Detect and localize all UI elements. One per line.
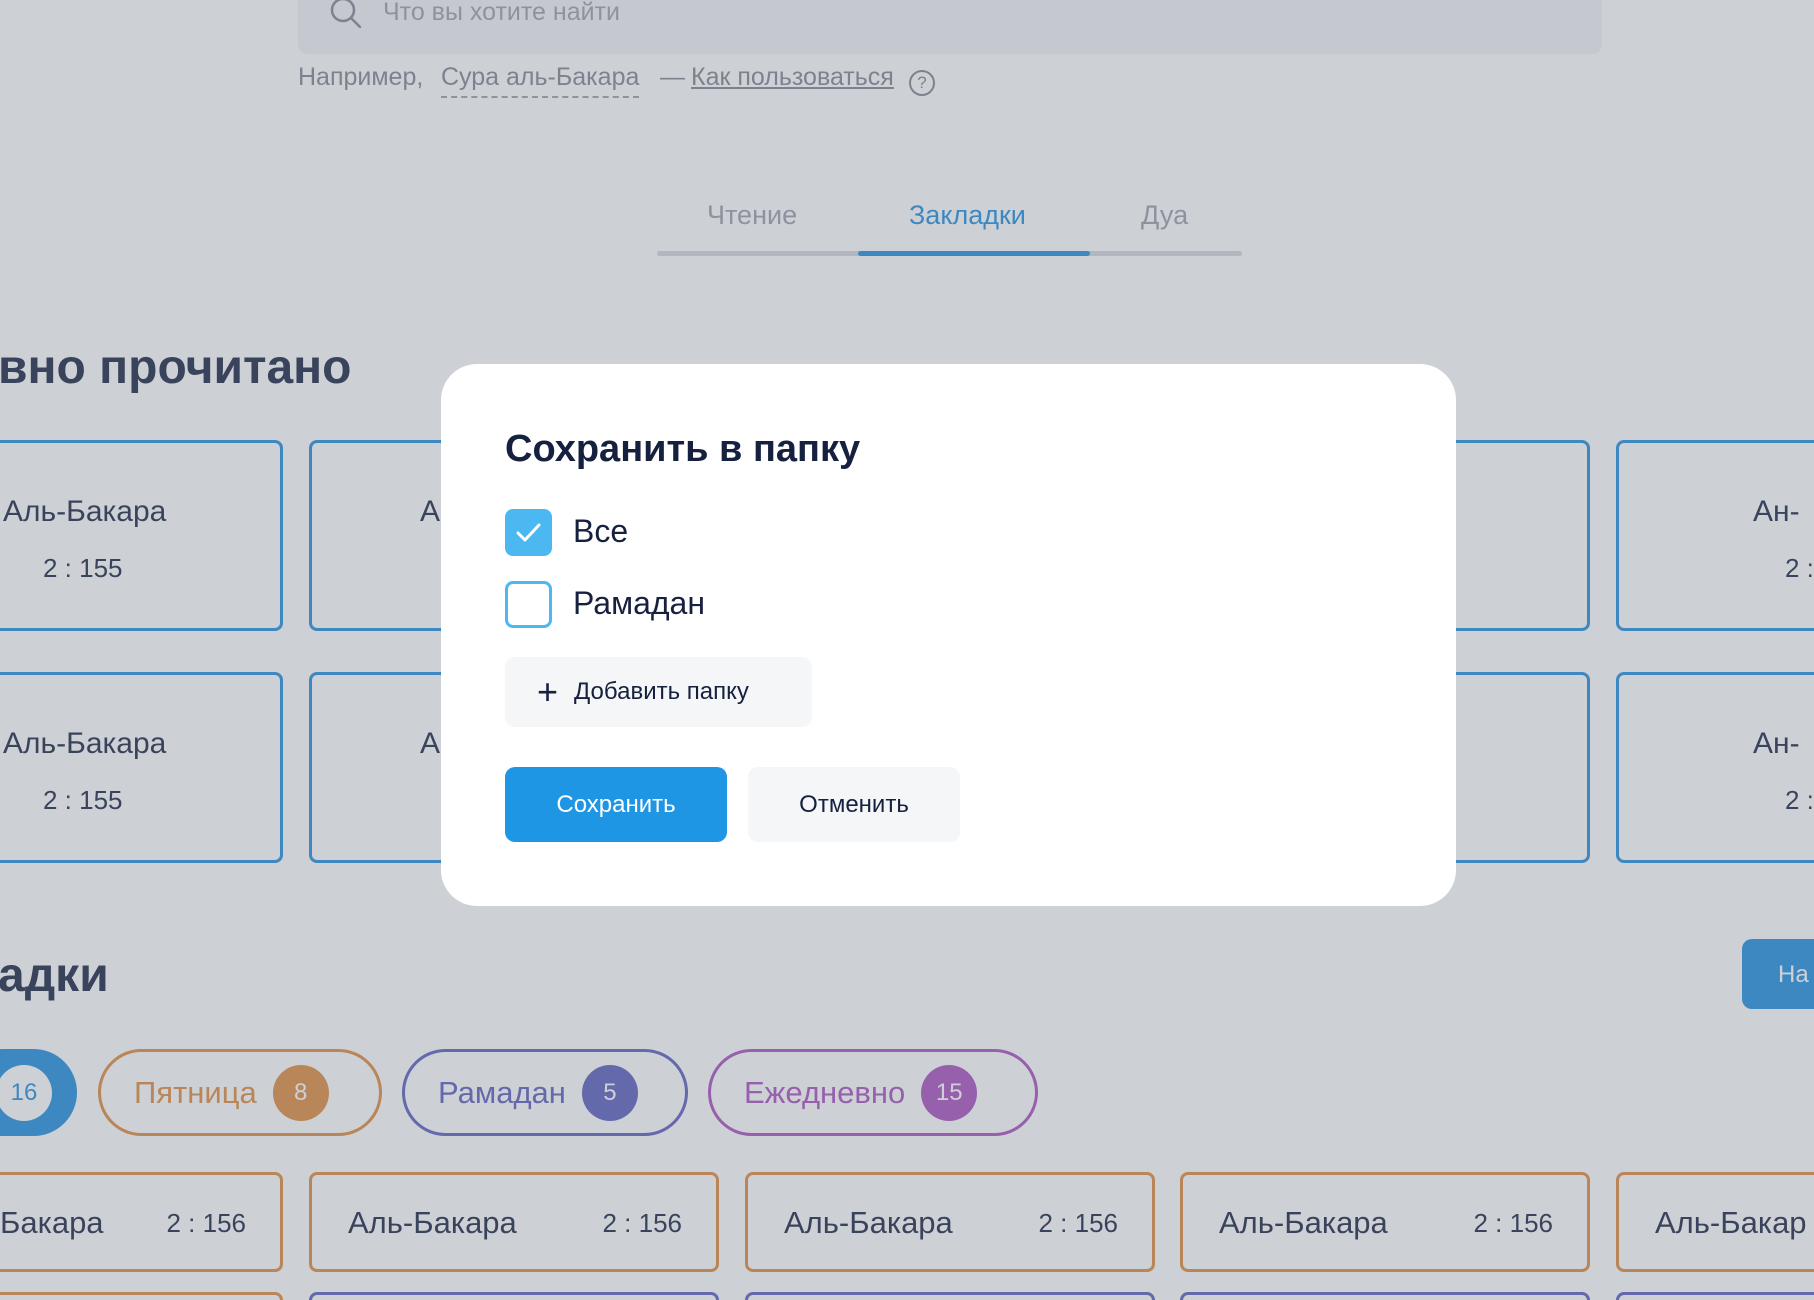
cancel-button[interactable]: Отменить xyxy=(748,767,960,842)
folder-checkbox-ramadan[interactable] xyxy=(505,581,552,628)
plus-icon: + xyxy=(537,671,559,712)
add-folder-button[interactable]: + Добавить папку xyxy=(505,657,812,727)
check-icon xyxy=(516,523,541,542)
dialog-title: Сохранить в папку xyxy=(505,428,861,470)
folder-label-all[interactable]: Все xyxy=(573,513,628,550)
add-folder-label: Добавить папку xyxy=(574,678,749,705)
folder-label-ramadan[interactable]: Рамадан xyxy=(573,585,705,622)
save-button[interactable]: Сохранить xyxy=(505,767,727,842)
folder-checkbox-all[interactable] xyxy=(505,509,552,556)
